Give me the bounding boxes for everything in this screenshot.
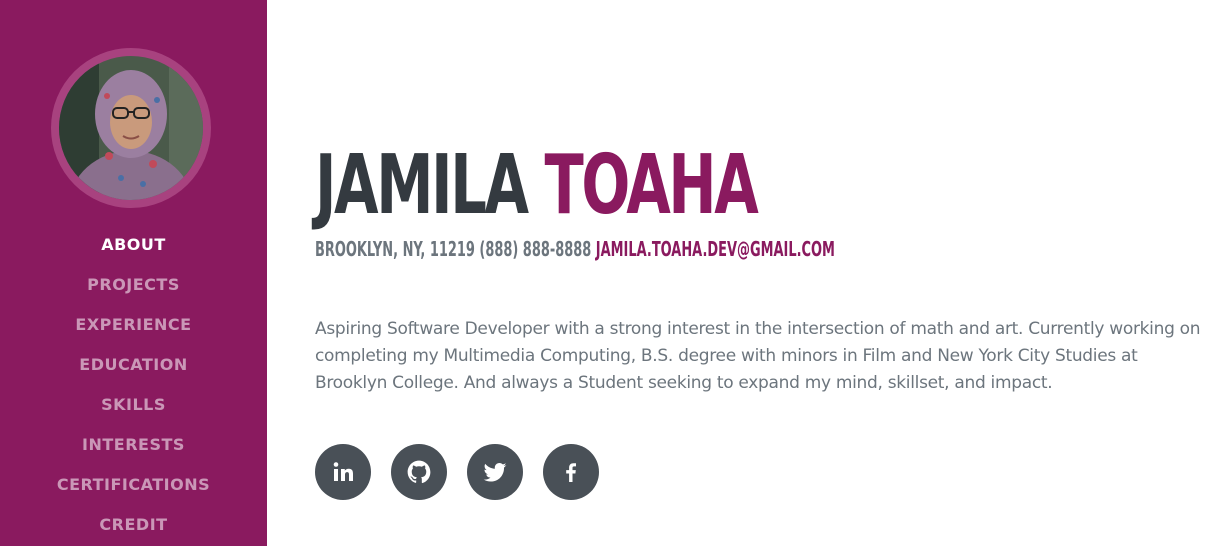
social-icons (315, 444, 599, 500)
nav-item-skills[interactable]: SKILLS (0, 384, 267, 424)
avatar-ring (51, 48, 211, 208)
nav-item-certifications[interactable]: CERTIFICATIONS (0, 464, 267, 504)
nav-item-education[interactable]: EDUCATION (0, 344, 267, 384)
first-name: JAMILA (315, 138, 529, 233)
github-button[interactable] (391, 444, 447, 500)
nav-item-interests[interactable]: INTERESTS (0, 424, 267, 464)
facebook-icon (566, 463, 576, 482)
sidebar-nav: ABOUT PROJECTS EXPERIENCE EDUCATION SKIL… (0, 224, 267, 544)
linkedin-button[interactable] (315, 444, 371, 500)
github-icon (407, 460, 431, 484)
avatar[interactable] (59, 56, 203, 200)
nav-item-experience[interactable]: EXPERIENCE (0, 304, 267, 344)
twitter-icon (483, 463, 507, 482)
page-title: JAMILA TOAHA (315, 138, 759, 234)
twitter-button[interactable] (467, 444, 523, 500)
linkedin-icon (333, 462, 353, 481)
facebook-button[interactable] (543, 444, 599, 500)
nav-item-projects[interactable]: PROJECTS (0, 264, 267, 304)
contact-line: BROOKLYN, NY, 11219 (888) 888-8888 JAMIL… (315, 236, 835, 262)
address-phone: BROOKLYN, NY, 11219 (888) 888-8888 (315, 237, 592, 261)
bio-text: Aspiring Software Developer with a stron… (315, 319, 1201, 393)
nav-item-credit[interactable]: CREDIT (0, 504, 267, 544)
avatar-image (59, 56, 203, 200)
email-link[interactable]: JAMILA.TOAHA.DEV@GMAIL.COM (596, 237, 835, 261)
last-name: TOAHA (544, 138, 758, 233)
sidebar: ABOUT PROJECTS EXPERIENCE EDUCATION SKIL… (0, 0, 267, 546)
nav-item-about[interactable]: ABOUT (0, 224, 267, 264)
